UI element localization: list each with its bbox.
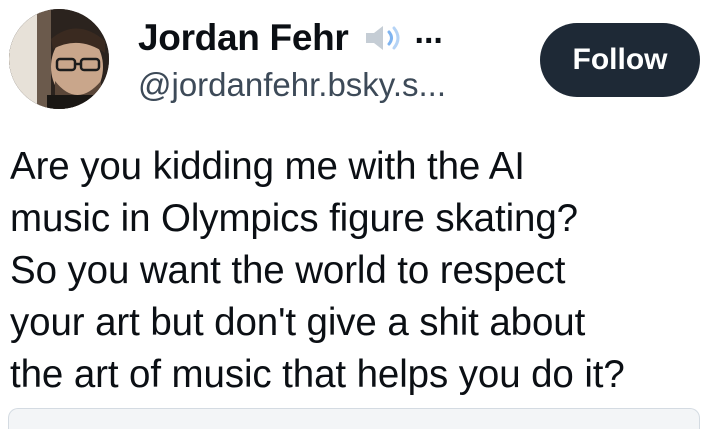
author-display-name[interactable]: Jordan Fehr	[138, 17, 349, 59]
post: Jordan Fehr ... @jordanfehr.bsky.s... Fo…	[0, 0, 710, 429]
author-name-line[interactable]: Jordan Fehr ...	[138, 15, 443, 60]
avatar-image	[9, 9, 109, 109]
speaker-icon	[363, 23, 407, 53]
embedded-card[interactable]	[8, 408, 700, 429]
author-handle[interactable]: @jordanfehr.bsky.s...	[138, 66, 446, 104]
follow-button[interactable]: Follow	[540, 23, 700, 97]
post-text: Are you kidding me with the AI music in …	[10, 145, 625, 396]
more-options-icon[interactable]: ...	[415, 15, 443, 49]
avatar[interactable]	[9, 9, 109, 109]
post-header: Jordan Fehr ... @jordanfehr.bsky.s... Fo…	[0, 0, 710, 120]
